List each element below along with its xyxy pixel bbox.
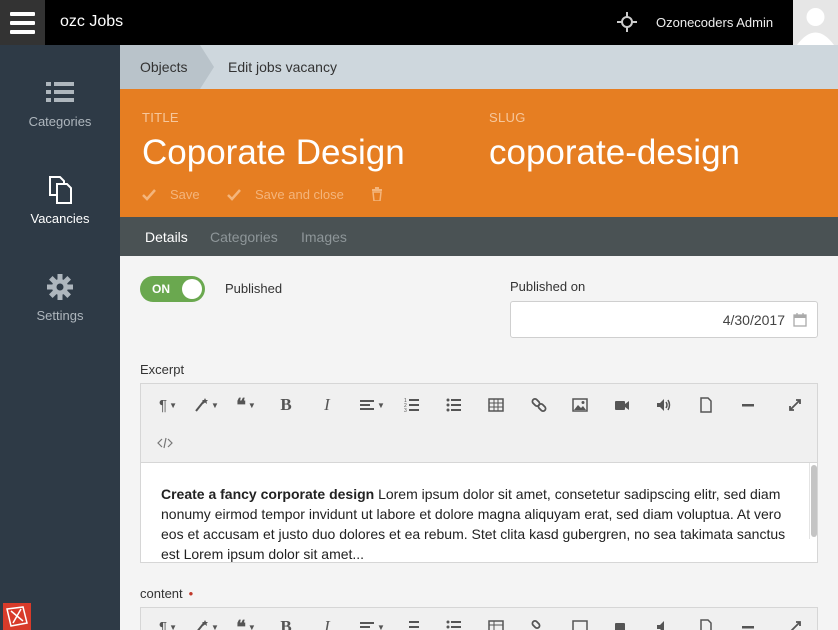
link-icon[interactable] <box>525 616 553 630</box>
breadcrumb-current: Edit jobs vacancy <box>228 59 337 75</box>
unordered-list-icon[interactable] <box>440 616 468 630</box>
italic-icon[interactable]: I <box>313 394 341 416</box>
excerpt-editor: ¶ ▼ ▼ ❝ ▼ B I ▼ 123 Create a fancy corpo… <box>140 383 818 563</box>
content-editor: ¶ ▼ ▼ ❝ ▼ B I ▼ <box>140 607 818 630</box>
app-title[interactable]: ozc Jobs <box>60 13 123 31</box>
paragraph-icon[interactable]: ¶ ▼ <box>151 394 185 416</box>
crosshair-icon[interactable] <box>617 12 637 32</box>
calendar-icon[interactable] <box>793 313 807 327</box>
fullscreen-icon[interactable] <box>781 394 809 416</box>
save-button[interactable]: Save <box>142 187 200 202</box>
audio-icon[interactable] <box>650 616 678 630</box>
slug-label: SLUG <box>489 110 526 125</box>
list-icon <box>46 82 74 102</box>
admin-name[interactable]: Ozonecoders Admin <box>656 15 773 30</box>
italic-icon[interactable]: I <box>313 616 341 630</box>
bold-icon[interactable]: B <box>272 616 300 630</box>
tab-bar: Details Categories Images <box>120 217 838 256</box>
breadcrumb-separator <box>200 45 214 89</box>
excerpt-label: Excerpt <box>140 362 185 377</box>
save-label: Save <box>170 187 200 202</box>
editor-scrollbar[interactable] <box>809 463 817 539</box>
unordered-list-icon[interactable] <box>440 394 468 416</box>
sidebar-item-label: Vacancies <box>30 211 90 226</box>
hamburger-menu-icon[interactable] <box>0 0 45 45</box>
sidebar: Categories Vacancies Settings <box>0 45 120 630</box>
tab-details[interactable]: Details <box>145 217 188 257</box>
file-icon[interactable] <box>692 616 720 630</box>
align-icon[interactable]: ▼ <box>355 394 389 416</box>
paragraph-icon[interactable]: ¶ ▼ <box>151 616 185 630</box>
delete-button[interactable] <box>370 187 384 201</box>
sidebar-item-vacancies[interactable]: Vacancies <box>0 175 120 226</box>
bold-icon[interactable]: B <box>272 394 300 416</box>
top-bar: ozc Jobs Ozonecoders Admin <box>0 0 838 45</box>
quote-icon[interactable]: ❝ ▼ <box>229 394 263 416</box>
content-toolbar: ¶ ▼ ▼ ❝ ▼ B I ▼ <box>141 608 817 630</box>
excerpt-bold-text: Create a fancy corporate design <box>161 486 375 502</box>
save-and-close-label: Save and close <box>255 187 344 202</box>
title-label: TITLE <box>142 110 179 125</box>
gear-icon <box>47 274 73 300</box>
magic-icon[interactable]: ▼ <box>189 394 223 416</box>
video-icon[interactable] <box>608 616 636 630</box>
published-on-label: Published on <box>510 279 586 294</box>
tab-categories[interactable]: Categories <box>210 217 278 257</box>
content-label-text: content <box>140 586 183 601</box>
image-icon[interactable] <box>566 394 594 416</box>
toggle-state: ON <box>152 282 170 296</box>
sidebar-item-label: Categories <box>28 114 92 129</box>
magic-icon[interactable]: ▼ <box>189 616 223 630</box>
check-icon <box>142 188 156 201</box>
avatar[interactable] <box>793 0 838 45</box>
sidebar-item-settings[interactable]: Settings <box>0 272 120 323</box>
quote-icon[interactable]: ❝ ▼ <box>229 616 263 630</box>
align-icon[interactable]: ▼ <box>355 616 389 630</box>
svg-text:3: 3 <box>404 408 407 413</box>
check-icon <box>227 188 241 201</box>
table-icon[interactable] <box>482 616 510 630</box>
fullscreen-icon[interactable] <box>781 616 809 630</box>
video-icon[interactable] <box>608 394 636 416</box>
breadcrumb-objects-link[interactable]: Objects <box>120 45 200 89</box>
edit-header: TITLE Coporate Design SLUG coporate-desi… <box>120 89 838 217</box>
trash-icon <box>372 187 382 201</box>
slug-value[interactable]: coporate-design <box>489 133 740 173</box>
breadcrumb: Objects Edit jobs vacancy <box>120 45 838 89</box>
scrollbar-thumb[interactable] <box>811 465 817 537</box>
content-label: content • <box>140 586 193 601</box>
published-label: Published <box>225 281 283 296</box>
sidebar-item-categories[interactable]: Categories <box>0 78 120 129</box>
audio-icon[interactable] <box>650 394 678 416</box>
link-icon[interactable] <box>525 394 553 416</box>
excerpt-toolbar: ¶ ▼ ▼ ❝ ▼ B I ▼ 123 <box>141 384 817 463</box>
published-toggle[interactable]: ON <box>140 276 205 302</box>
date-value: 4/30/2017 <box>722 312 785 328</box>
title-value[interactable]: Coporate Design <box>142 133 405 173</box>
ordered-list-icon[interactable] <box>398 616 426 630</box>
excerpt-text-area[interactable]: Create a fancy corporate design Lorem ip… <box>141 463 817 563</box>
table-icon[interactable] <box>482 394 510 416</box>
copy-icon <box>49 176 72 204</box>
brand-logo-icon[interactable] <box>3 603 31 630</box>
hr-icon[interactable] <box>734 616 762 630</box>
tab-images[interactable]: Images <box>301 217 347 257</box>
ordered-list-icon[interactable]: 123 <box>398 394 426 416</box>
image-icon[interactable] <box>566 616 594 630</box>
details-form: ON Published Published on 4/30/2017 Exce… <box>120 256 838 630</box>
file-icon[interactable] <box>692 394 720 416</box>
save-and-close-button[interactable]: Save and close <box>227 187 344 202</box>
toggle-knob <box>182 279 202 299</box>
published-on-date-input[interactable]: 4/30/2017 <box>510 301 818 338</box>
hr-icon[interactable] <box>734 394 762 416</box>
required-marker: • <box>188 586 194 601</box>
sidebar-item-label: Settings <box>36 308 84 323</box>
code-icon[interactable] <box>151 432 179 454</box>
